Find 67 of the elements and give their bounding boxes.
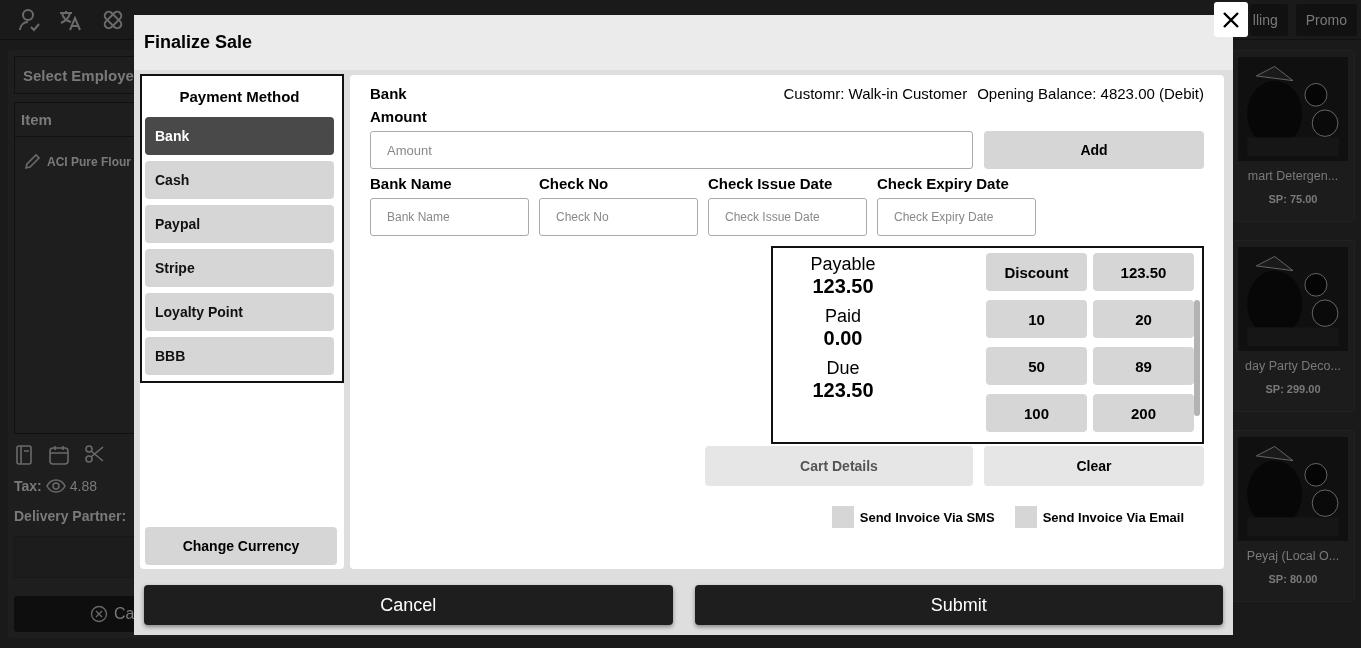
quick-amount-button[interactable]: 20 [1093,300,1194,338]
cancel-button[interactable]: Cancel [144,585,673,625]
close-icon[interactable] [1214,2,1248,37]
quick-amount-button[interactable]: Discount [986,253,1087,291]
product-price: SP: 75.00 [1268,193,1318,205]
input-field[interactable]: Check Expiry Date [877,198,1036,236]
scrollbar-thumb[interactable] [1194,300,1200,416]
summary-label: Due [826,358,860,379]
tax-label: Tax: [14,478,42,494]
field-label: Check Issue Date [708,175,834,192]
customer-name: Customr: Walk-in Customer [783,85,968,102]
payment-method-item[interactable]: BBB [145,337,334,375]
summary-value: 0.00 [823,327,863,350]
product-card[interactable]: Peyaj (Local O... SP: 80.00 [1231,430,1355,602]
field-label: Check Expiry Date [877,175,1010,192]
payment-method-item[interactable]: Bank [145,117,334,155]
checkbox-label: Send Invoice Via SMS [859,509,995,525]
payment-method-item[interactable]: Stripe [145,249,334,287]
summary-value: 123.50 [812,379,874,402]
delivery-partner-label: Delivery Partner: [14,508,128,524]
field-label: Check No [539,175,610,192]
input-field[interactable]: Check Issue Date [708,198,867,236]
eye-icon[interactable] [45,479,66,493]
product-name: Peyaj (Local O... [1246,549,1340,563]
top-button[interactable]: lling [1249,3,1288,36]
summary-value: 123.50 [812,275,874,298]
dialog-title: Finalize Sale [144,32,253,53]
summary-label: Payable [810,254,876,275]
checkbox-label: Send Invoice Via Email [1042,509,1184,525]
quick-amount-button[interactable]: 100 [986,394,1087,432]
change-currency-button[interactable]: Change Currency [145,527,337,565]
clear-button[interactable]: Clear [984,446,1204,486]
tax-value: 4.88 [69,478,97,494]
payment-method-item[interactable]: Paypal [145,205,334,243]
summary-label: Paid [825,306,861,327]
payment-method-item[interactable]: Loyalty Point [145,293,334,331]
field-label: Bank Name [370,175,453,192]
amount-field[interactable]: Amount [370,131,973,169]
scissors-icon[interactable] [84,444,106,466]
calendar-icon[interactable] [48,444,70,466]
checkbox[interactable] [831,506,854,528]
payment-method-item[interactable]: Cash [145,161,334,199]
product-price: SP: 299.00 [1265,383,1321,395]
method-title: Bank [370,85,407,102]
notebook-icon[interactable] [14,444,34,466]
add-button[interactable]: Add [984,131,1204,169]
input-field[interactable]: Bank Name [370,198,529,236]
product-name: day Party Deco... [1245,359,1341,373]
product-price: SP: 80.00 [1268,573,1318,585]
product-card[interactable]: day Party Deco... SP: 299.00 [1231,240,1355,412]
field-label: Amount [370,108,428,125]
checkbox[interactable] [1014,506,1037,528]
user-check-icon[interactable] [18,7,40,32]
quick-amount-button[interactable]: 10 [986,300,1087,338]
input-field[interactable]: Check No [539,198,698,236]
pencil-icon[interactable] [23,153,41,171]
product-name: mart Detergen... [1247,169,1339,183]
quick-amount-button[interactable]: 200 [1093,394,1194,432]
item-name: ACI Pure Flour [47,155,131,169]
close-circle-icon [90,605,108,623]
quick-amount-button[interactable]: 89 [1093,347,1194,385]
top-button[interactable]: Promo [1295,3,1357,36]
quick-amount-button[interactable]: 123.50 [1093,253,1194,291]
quick-amount-button[interactable]: 50 [986,347,1087,385]
submit-button[interactable]: Submit [694,585,1223,625]
product-card[interactable]: mart Detergen... SP: 75.00 [1231,50,1355,222]
opening-balance: Opening Balance: 4823.00 (Debit) [977,85,1204,102]
